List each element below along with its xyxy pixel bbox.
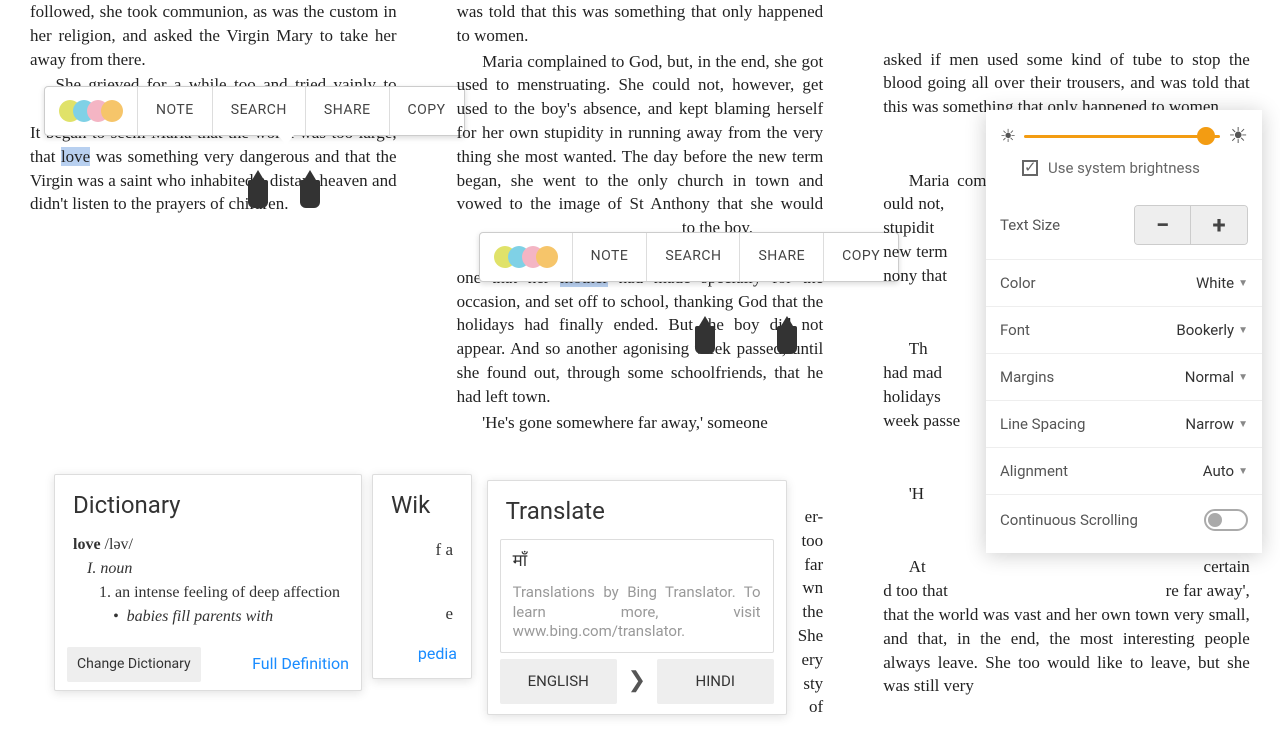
selected-word-love[interactable]: love (61, 147, 90, 166)
system-brightness-checkbox[interactable] (1022, 160, 1038, 176)
dictionary-definition: an intense feeling of deep affection (115, 584, 340, 601)
translate-attribution: Translations by Bing Translator. To lear… (513, 583, 761, 642)
selection-handle-end[interactable] (777, 326, 797, 354)
toolbar-pointer (278, 135, 294, 145)
chevron-down-icon: ▼ (1238, 325, 1248, 336)
translate-card: Translate माँ Translations by Bing Trans… (487, 480, 787, 715)
paragraph: Maria complained to God, but, in the end… (457, 50, 824, 240)
paragraph: asked if men used some kind of tube to s… (883, 48, 1250, 119)
color-label: Color (1000, 274, 1036, 292)
brightness-low-icon: ☀ (1000, 126, 1016, 147)
paragraph: At certain d too that re far away', that… (883, 555, 1250, 698)
paragraph: followed, she took communion, as was the… (30, 0, 397, 71)
translate-to-lang[interactable]: HINDI (657, 659, 774, 704)
chevron-down-icon: ▼ (1238, 372, 1248, 383)
search-button[interactable]: SEARCH (647, 233, 740, 281)
dictionary-pronunciation: /ləv/ (105, 536, 133, 553)
selection-handle-start[interactable] (248, 180, 268, 208)
color-swatch[interactable] (536, 246, 558, 268)
dictionary-example: babies fill parents with (127, 608, 274, 625)
dictionary-title: Dictionary (55, 475, 361, 533)
dictionary-pos: noun (100, 560, 132, 577)
alignment-select[interactable]: Auto▼ (1203, 462, 1248, 480)
paragraph: 'He's gone somewhere far away,' someone (457, 411, 824, 435)
color-select[interactable]: White▼ (1196, 274, 1248, 292)
chevron-down-icon: ▼ (1238, 278, 1248, 289)
translate-title: Translate (488, 481, 786, 539)
selection-handle-start[interactable] (695, 326, 715, 354)
selection-handle-end[interactable] (300, 180, 320, 208)
full-definition-link[interactable]: Full Definition (252, 653, 349, 675)
margins-select[interactable]: Normal▼ (1185, 368, 1248, 386)
page-column-2: was told that this was something that on… (427, 0, 854, 720)
brightness-thumb[interactable] (1197, 127, 1215, 145)
font-select[interactable]: Bookerly▼ (1176, 321, 1248, 339)
text-size-stepper: − + (1134, 205, 1248, 245)
line-spacing-label: Line Spacing (1000, 415, 1085, 433)
text-size-decrease-button[interactable]: − (1135, 206, 1191, 244)
translate-from-lang[interactable]: ENGLISH (500, 659, 617, 704)
share-button[interactable]: SHARE (306, 87, 390, 135)
page-column-1: followed, she took communion, as was the… (0, 0, 427, 720)
text-size-increase-button[interactable]: + (1191, 206, 1247, 244)
selection-toolbar: NOTE SEARCH SHARE COPY (479, 232, 900, 282)
selection-toolbar: NOTE SEARCH SHARE COPY (44, 86, 465, 136)
paragraph: was told that this was something that on… (457, 0, 824, 48)
change-dictionary-button[interactable]: Change Dictionary (67, 647, 201, 683)
chevron-down-icon: ▼ (1238, 466, 1248, 477)
note-button[interactable]: NOTE (573, 233, 648, 281)
brightness-high-icon: ☀ (1228, 124, 1248, 149)
margins-label: Margins (1000, 368, 1054, 386)
highlight-colors[interactable] (480, 233, 573, 281)
search-button[interactable]: SEARCH (213, 87, 306, 135)
highlight-colors[interactable] (45, 87, 138, 135)
text-size-label: Text Size (1000, 216, 1060, 234)
system-brightness-label: Use system brightness (1048, 159, 1200, 177)
chevron-right-icon: ❯ (617, 666, 657, 697)
line-spacing-select[interactable]: Narrow▼ (1185, 415, 1248, 433)
chevron-down-icon: ▼ (1238, 419, 1248, 430)
dictionary-card: Dictionary love /ləv/ I. noun 1. an inte… (54, 474, 362, 691)
display-settings-panel: ☀ ☀ Use system brightness Text Size − + … (986, 110, 1262, 553)
translate-result: माँ (513, 550, 761, 574)
dictionary-headword: love (73, 536, 101, 553)
brightness-slider[interactable] (1024, 135, 1220, 138)
color-swatch[interactable] (101, 100, 123, 122)
share-button[interactable]: SHARE (740, 233, 824, 281)
continuous-scrolling-toggle[interactable] (1204, 509, 1248, 531)
note-button[interactable]: NOTE (138, 87, 213, 135)
font-label: Font (1000, 321, 1030, 339)
continuous-scrolling-label: Continuous Scrolling (1000, 511, 1138, 529)
alignment-label: Alignment (1000, 462, 1068, 480)
